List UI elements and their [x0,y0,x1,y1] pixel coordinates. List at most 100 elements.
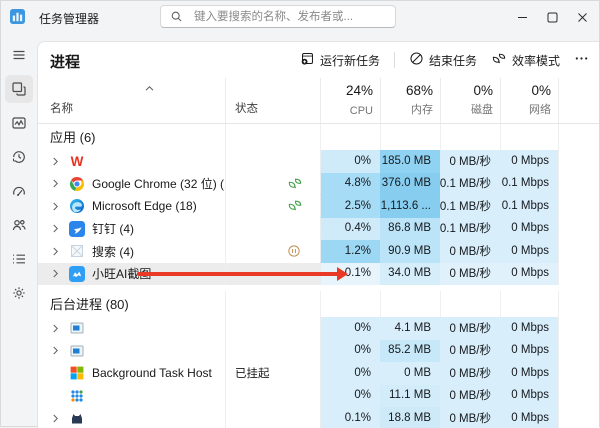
process-name-cell [38,407,225,428]
sidebar-item-details[interactable] [5,245,33,273]
process-row[interactable]: 小旺AI截图0.1%34.0 MB0 MB/秒0 Mbps [38,263,599,286]
process-row[interactable]: Microsoft Edge (18)2.5%1,113.6 ...0.1 MB… [38,195,599,218]
process-name-cell: 钉钉 (4) [38,218,225,241]
processes-panel: 进程 运行新任务 结束任务 效率模式 [37,41,599,428]
expand-chevron-icon[interactable] [52,178,66,189]
more-icon [574,51,589,69]
disk-value-cell: 0 MB/秒 [440,263,500,286]
cpu-value-cell: 0.4% [320,218,380,241]
menu-icon [11,47,27,63]
process-name: Microsoft Edge (18) [92,199,197,213]
more-options-button[interactable] [574,51,589,69]
column-disk[interactable]: 0% 磁盘 [440,78,500,123]
new-task-icon [300,51,315,69]
memory-value-cell: 0 MB [380,362,440,385]
process-row[interactable]: 钉钉 (4)0.4%86.8 MB0.1 MB/秒0 Mbps [38,218,599,241]
page-title: 进程 [50,51,80,72]
expand-chevron-icon[interactable] [52,345,66,356]
performance-icon [11,115,27,131]
network-total-percent: 0% [531,83,551,98]
sidebar-item-processes[interactable] [5,75,33,103]
column-cpu[interactable]: 24% CPU [320,78,380,123]
efficiency-mode-button[interactable]: 效率模式 [491,52,560,69]
expand-chevron-icon[interactable] [52,201,66,212]
process-status-cell: 已挂起 [225,362,320,385]
memory-value-cell: 1,113.6 ... [380,195,440,218]
network-value-cell: 0 Mbps [500,240,558,263]
network-value-cell: 0.1 Mbps [500,173,558,196]
disk-value-cell: 0 MB/秒 [440,150,500,173]
expand-chevron-icon[interactable] [52,246,66,257]
minimize-button[interactable] [507,1,537,33]
sidebar-nav [1,33,37,426]
sidebar-item-app-history[interactable] [5,143,33,171]
end-task-icon [409,51,424,69]
process-name-cell: 小旺AI截图 [38,263,225,286]
process-row[interactable]: Background Task Host已挂起0%0 MB0 MB/秒0 Mbp… [38,362,599,385]
cpu-total-percent: 24% [346,83,373,98]
memory-value-cell: 34.0 MB [380,263,440,286]
expand-chevron-icon[interactable] [52,223,66,234]
processes-icon [11,81,27,97]
cpu-value-cell: 0% [320,385,380,408]
column-memory[interactable]: 68% 内存 [380,78,440,123]
sidebar-item-performance[interactable] [5,109,33,137]
sidebar-item-startup-apps[interactable] [5,177,33,205]
dark-icon [69,410,85,426]
column-network[interactable]: 0% 网络 [500,78,558,123]
process-row[interactable]: 搜索 (4)1.2%90.9 MB0 MB/秒0 Mbps [38,240,599,263]
close-button[interactable] [567,1,597,33]
cpu-value-cell: 0% [320,362,380,385]
sidebar-item-users[interactable] [5,211,33,239]
search-icon [170,10,183,23]
process-row[interactable]: W0%185.0 MB0 MB/秒0 Mbps [38,150,599,173]
memory-total-percent: 68% [406,83,433,98]
process-name-cell [38,317,225,340]
process-name-cell: Background Task Host [38,362,225,385]
run-new-task-button[interactable]: 运行新任务 [300,51,380,69]
process-name-cell [38,340,225,363]
disk-value-cell: 0 MB/秒 [440,240,500,263]
end-task-button[interactable]: 结束任务 [409,51,477,69]
search-box[interactable] [160,5,396,28]
cpu-value-cell: 0% [320,340,380,363]
expand-chevron-icon[interactable] [52,268,66,279]
expand-chevron-icon[interactable] [52,413,66,424]
column-status[interactable]: 状态 [225,78,320,123]
process-status-cell [225,317,320,340]
column-spacer [558,78,599,123]
network-value-cell: 0.1 Mbps [500,195,558,218]
maximize-button[interactable] [537,1,567,33]
process-row[interactable]: Google Chrome (32 位) (11)4.8%376.0 MB0.1… [38,173,599,196]
process-status-cell [225,263,320,286]
sidebar-item-services[interactable] [5,279,33,307]
memory-value-cell: 376.0 MB [380,173,440,196]
sidebar-item-menu[interactable] [5,41,33,69]
network-value-cell: 0 Mbps [500,407,558,428]
window-icon [69,320,85,336]
process-status-cell [225,240,320,263]
process-row[interactable]: 0%85.2 MB0 MB/秒0 Mbps [38,340,599,363]
process-row[interactable]: 0%4.1 MB0 MB/秒0 Mbps [38,317,599,340]
sort-ascending-icon [144,83,155,95]
process-row[interactable]: 0.1%18.8 MB0 MB/秒0 Mbps [38,407,599,428]
disk-total-percent: 0% [473,83,493,98]
status-text: 已挂起 [235,365,270,381]
process-status-cell [225,385,320,408]
section-label: 应用 (6) [38,124,225,150]
process-row[interactable]: 0%11.1 MB0 MB/秒0 Mbps [38,385,599,408]
app-history-icon [11,149,27,165]
users-icon [11,217,27,233]
expand-chevron-icon[interactable] [52,156,66,167]
network-value-cell: 0 Mbps [500,317,558,340]
disk-value-cell: 0 MB/秒 [440,340,500,363]
column-name[interactable]: 名称 [38,78,225,123]
dingtalk-icon [69,221,85,237]
expand-chevron-icon[interactable] [52,323,66,334]
search-input[interactable] [192,10,389,24]
network-value-cell: 0 Mbps [500,362,558,385]
process-name-cell: Microsoft Edge (18) [38,195,225,218]
process-name-cell: W [38,150,225,173]
cpu-value-cell: 1.2% [320,240,380,263]
disk-value-cell: 0.1 MB/秒 [440,173,500,196]
